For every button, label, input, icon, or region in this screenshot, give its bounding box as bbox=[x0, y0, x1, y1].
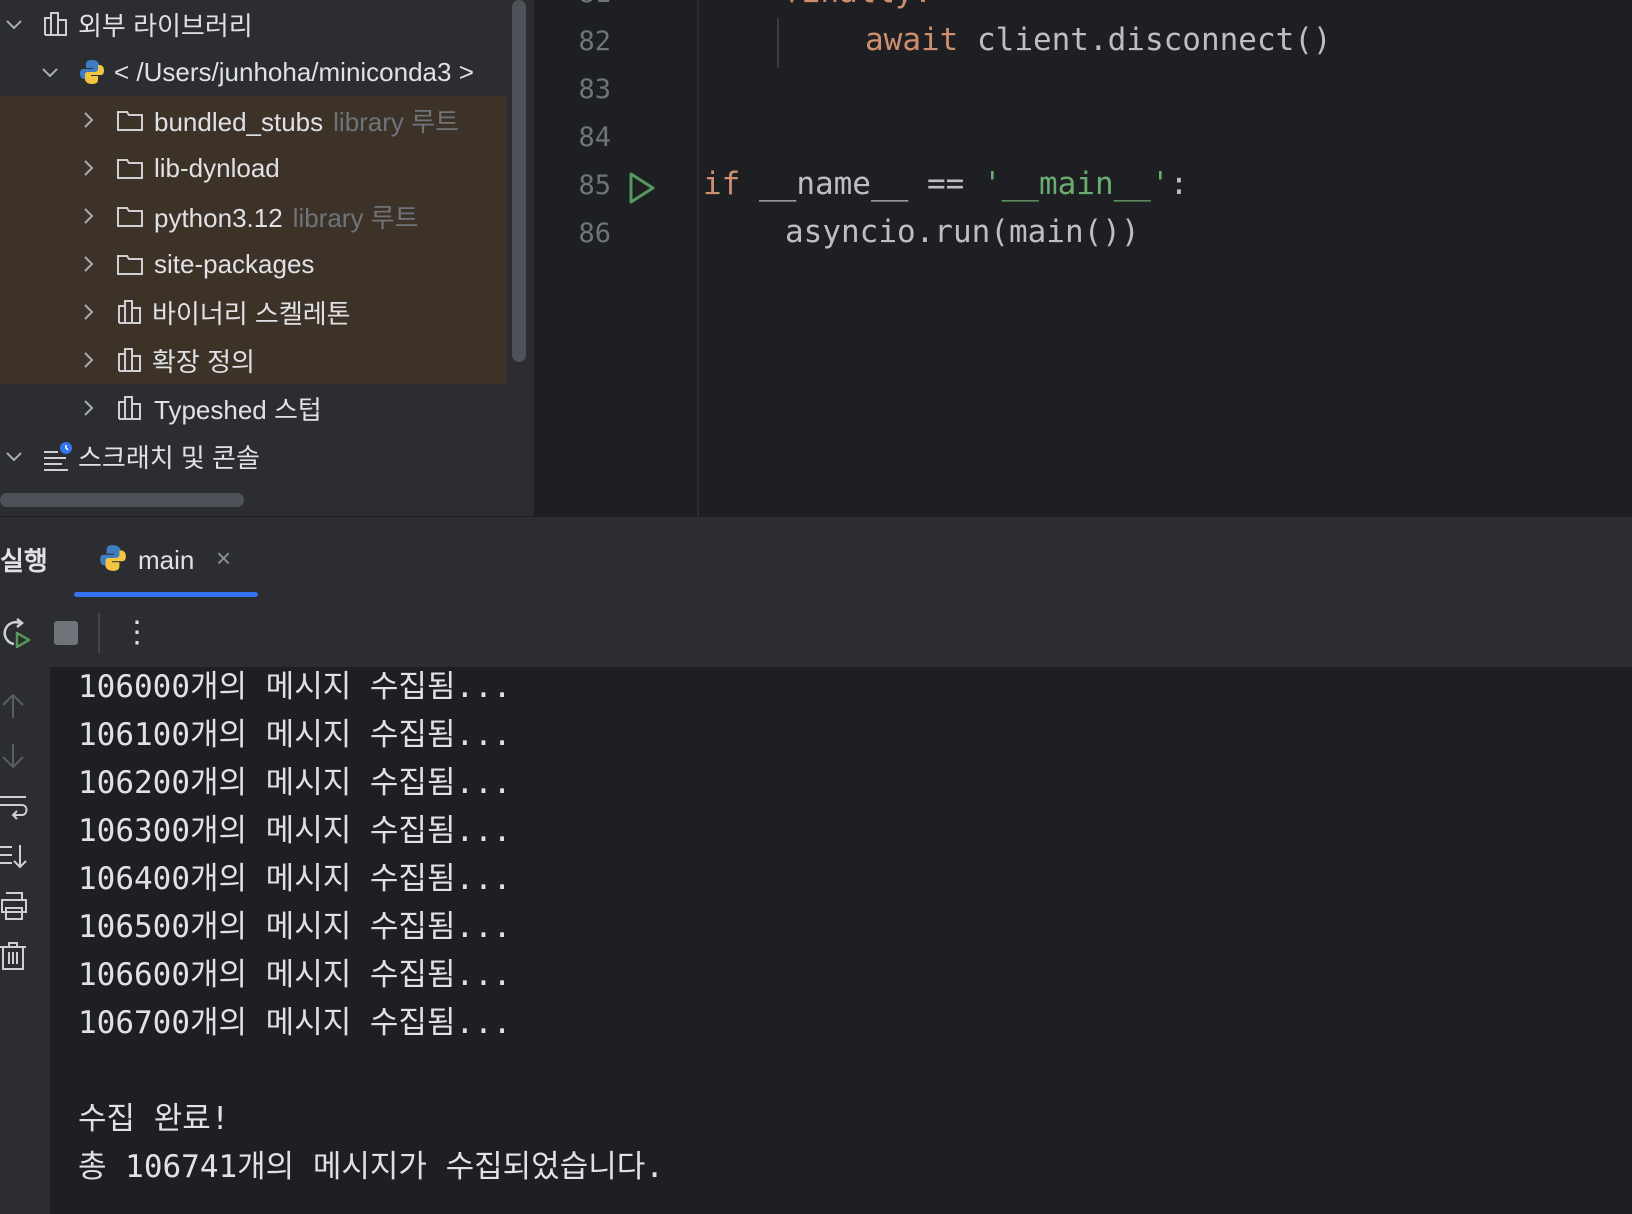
print-icon[interactable] bbox=[0, 891, 30, 921]
tree-item-interpreter[interactable]: < /Users/junhoha/miniconda3 > bbox=[0, 48, 506, 96]
folder-icon bbox=[116, 202, 144, 230]
chevron-down-icon[interactable] bbox=[40, 62, 60, 82]
tree-item-site-packages[interactable]: site-packages bbox=[0, 240, 506, 288]
tree-item-label: lib-dynload bbox=[154, 152, 280, 183]
tree-item-label: 확장 정의 bbox=[152, 346, 255, 377]
line-number: 83 bbox=[578, 74, 611, 105]
tree-item-lib-dynload[interactable]: lib-dynload bbox=[0, 144, 506, 192]
code-line-81: finally: bbox=[783, 0, 932, 10]
tree-item-typeshed-stubs[interactable]: Typeshed 스텁 bbox=[0, 384, 506, 432]
toolbar-separator bbox=[98, 613, 100, 653]
console-output[interactable]: 106000개의 메시지 수집됨... 106100개의 메시지 수집됨... … bbox=[50, 667, 1632, 1214]
stop-button[interactable] bbox=[54, 621, 78, 645]
run-window-title: 실행 bbox=[0, 546, 48, 576]
tree-item-label: python3.12 bbox=[154, 202, 283, 233]
tree-item-label: 바이너리 스켈레톤 bbox=[152, 298, 351, 329]
code-text: client.disconnect() bbox=[958, 22, 1332, 58]
chevron-down-icon[interactable] bbox=[4, 446, 24, 466]
tab-main[interactable]: main × bbox=[74, 517, 258, 599]
tree-item-label: site-packages bbox=[154, 248, 315, 279]
library-icon bbox=[116, 346, 144, 374]
chevron-right-icon[interactable] bbox=[78, 398, 98, 418]
code-text: : bbox=[1169, 166, 1189, 202]
code-editor[interactable]: 81 82 83 84 85 86 finally: await client.… bbox=[535, 0, 1632, 516]
tree-item-external-libraries[interactable]: 외부 라이브러리 bbox=[0, 0, 506, 48]
chevron-down-icon[interactable] bbox=[4, 14, 24, 34]
tree-item-label: < /Users/junhoha/miniconda3 > bbox=[114, 56, 474, 87]
library-icon bbox=[116, 394, 144, 422]
console-side-toolbar bbox=[0, 667, 50, 1214]
chevron-right-icon[interactable] bbox=[78, 254, 98, 274]
code-text: asyncio.run(main()) bbox=[785, 214, 1140, 250]
close-icon[interactable]: × bbox=[216, 543, 231, 574]
code-text: __name__ == bbox=[740, 166, 983, 202]
console-line: 106300개의 메시지 수집됨... bbox=[78, 813, 512, 849]
scroll-to-end-icon[interactable] bbox=[0, 841, 30, 871]
library-root-hint: library 루트 bbox=[292, 202, 419, 233]
chevron-right-icon[interactable] bbox=[78, 158, 98, 178]
tree-item-label: Typeshed 스텁 bbox=[154, 394, 322, 425]
code-line-85: if __name__ == '__main__': bbox=[703, 166, 1188, 202]
run-tool-window-header: 실행 main × bbox=[0, 516, 1632, 600]
code-keyword: if bbox=[703, 166, 741, 202]
library-root-hint: library 루트 bbox=[333, 106, 459, 137]
chevron-right-icon[interactable] bbox=[78, 206, 98, 226]
tree-item-binary-skeletons[interactable]: 바이너리 스켈레톤 bbox=[0, 288, 506, 336]
trash-icon[interactable] bbox=[0, 941, 30, 971]
folder-icon bbox=[116, 106, 144, 134]
tree-item-python312[interactable]: python3.12 library 루트 bbox=[0, 192, 506, 240]
console-line: 106400개의 메시지 수집됨... bbox=[78, 861, 512, 897]
line-number: 86 bbox=[578, 218, 611, 249]
chevron-right-icon[interactable] bbox=[78, 302, 98, 322]
code-string: '__main__' bbox=[982, 166, 1170, 202]
tab-label: main bbox=[138, 545, 195, 575]
active-tab-indicator bbox=[74, 592, 258, 597]
console-line: 106500개의 메시지 수집됨... bbox=[78, 909, 512, 945]
run-gutter-icon[interactable] bbox=[623, 170, 659, 206]
line-number: 81 bbox=[535, 0, 611, 9]
tree-item-label: 스크래치 및 콘솔 bbox=[78, 442, 260, 473]
chevron-right-icon[interactable] bbox=[78, 350, 98, 370]
tree-item-bundled-stubs[interactable]: bundled_stubs library 루트 bbox=[0, 96, 506, 144]
library-icon bbox=[42, 10, 70, 38]
tree-item-scratches[interactable]: 스크래치 및 콘솔 bbox=[0, 432, 506, 480]
soft-wrap-icon[interactable] bbox=[0, 791, 30, 821]
rerun-icon[interactable] bbox=[0, 617, 32, 649]
line-number: 85 bbox=[578, 170, 611, 201]
tree-item-extension-definitions[interactable]: 확장 정의 bbox=[0, 336, 506, 384]
scratches-icon bbox=[42, 440, 74, 472]
tree-item-label: bundled_stubs bbox=[154, 106, 324, 137]
console-line: 106700개의 메시지 수집됨... bbox=[78, 1005, 512, 1041]
tree-item-label: 외부 라이브러리 bbox=[78, 10, 253, 41]
project-panel: 외부 라이브러리 < /Users/junhoha/miniconda3 > b… bbox=[0, 0, 534, 516]
library-icon bbox=[116, 298, 144, 326]
python-icon bbox=[98, 543, 128, 573]
code-line-82: await client.disconnect() bbox=[865, 22, 1332, 58]
console-line: 106200개의 메시지 수집됨... bbox=[78, 765, 512, 801]
folder-icon bbox=[116, 154, 144, 182]
gutter-separator bbox=[697, 0, 699, 516]
code-line-86: asyncio.run(main()) bbox=[785, 214, 1140, 250]
run-toolbar: ⋮ bbox=[0, 599, 1632, 667]
console-line: 수집 완료! bbox=[78, 1101, 230, 1137]
code-keyword: await bbox=[865, 22, 959, 58]
tree-horizontal-scrollbar[interactable] bbox=[0, 493, 244, 507]
console-line: 106600개의 메시지 수집됨... bbox=[78, 957, 512, 993]
indent-guide bbox=[777, 18, 779, 68]
more-options-icon[interactable]: ⋮ bbox=[122, 613, 152, 653]
line-number: 82 bbox=[578, 26, 611, 57]
chevron-right-icon[interactable] bbox=[78, 110, 98, 130]
arrow-up-icon[interactable] bbox=[0, 691, 30, 721]
tree-vertical-scrollbar[interactable] bbox=[512, 0, 526, 362]
arrow-down-icon[interactable] bbox=[0, 741, 30, 771]
console-line: 106000개의 메시지 수집됨... bbox=[78, 669, 512, 705]
console-line: 106100개의 메시지 수집됨... bbox=[78, 717, 512, 753]
folder-icon bbox=[116, 250, 144, 278]
code-keyword: finally: bbox=[783, 0, 932, 10]
console-line: 총 106741개의 메시지가 수집되었습니다. bbox=[78, 1149, 664, 1185]
python-icon bbox=[78, 58, 106, 86]
line-number: 84 bbox=[578, 122, 611, 153]
